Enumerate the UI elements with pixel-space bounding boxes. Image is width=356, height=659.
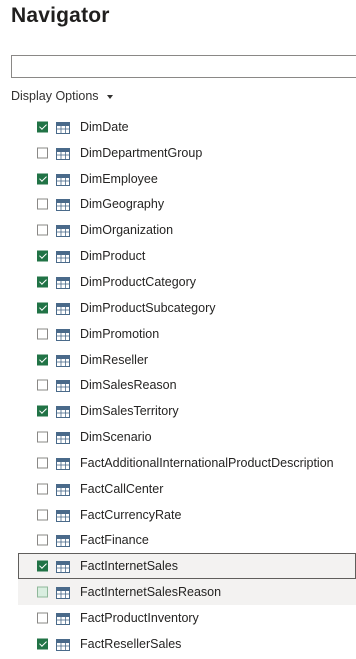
list-item-label: FactAdditionalInternationalProductDescri… — [80, 455, 334, 470]
checked-checkbox[interactable] — [37, 405, 48, 417]
checked-checkbox[interactable] — [37, 121, 48, 133]
table-icon — [56, 405, 70, 419]
list-item-label: FactFinance — [80, 533, 149, 548]
unchecked-checkbox[interactable] — [37, 224, 48, 236]
unchecked-checkbox[interactable] — [37, 198, 48, 210]
table-icon — [56, 328, 70, 341]
unchecked-checkbox[interactable] — [37, 147, 48, 159]
list-item-label: FactInternetSalesReason — [80, 585, 222, 600]
list-item[interactable]: DimPromotion — [0, 321, 356, 347]
list-item[interactable]: DimOrganization — [0, 217, 356, 243]
table-icon — [56, 509, 70, 522]
list-item-label: DimScenario — [80, 430, 152, 445]
unchecked-checkbox[interactable] — [37, 586, 48, 598]
table-icon — [56, 354, 70, 367]
list-item-label: FactInternetSales — [80, 559, 178, 574]
list-item[interactable]: DimProduct — [0, 243, 356, 269]
list-item-label: DimProduct — [80, 249, 146, 264]
table-icon — [56, 457, 70, 470]
unchecked-checkbox[interactable] — [37, 534, 48, 546]
list-item[interactable]: DimSalesTerritory — [0, 398, 356, 424]
table-icon — [56, 224, 70, 238]
table-icon — [56, 431, 70, 445]
table-icon — [56, 586, 70, 600]
list-item[interactable]: FactCallCenter — [0, 476, 356, 502]
checked-checkbox[interactable] — [37, 638, 48, 650]
table-icon — [56, 560, 70, 574]
list-item-label: DimReseller — [80, 352, 149, 367]
table-icon — [56, 173, 70, 186]
list-item-label: DimEmployee — [80, 171, 158, 186]
table-icon — [56, 121, 70, 134]
list-item[interactable]: DimDepartmentGroup — [0, 140, 356, 166]
list-item-label: FactCurrencyRate — [80, 507, 182, 522]
search-input[interactable] — [11, 55, 356, 78]
list-item-label: DimProductSubcategory — [80, 300, 216, 315]
list-item[interactable]: DimGeography — [0, 192, 356, 218]
checked-checkbox[interactable] — [37, 276, 48, 288]
table-icon — [56, 534, 70, 548]
list-item-label: DimSalesReason — [80, 378, 177, 393]
list-item[interactable]: DimDate — [0, 114, 356, 140]
checked-checkbox[interactable] — [37, 173, 48, 185]
list-item[interactable]: FactInternetSalesReason — [0, 579, 356, 605]
navigator-table-list: DimDate DimDepartmentGroup DimEmployee DimG… — [0, 114, 356, 657]
list-item[interactable]: DimScenario — [0, 424, 356, 450]
table-icon — [56, 147, 70, 160]
table-icon — [56, 379, 70, 393]
unchecked-checkbox[interactable] — [37, 328, 48, 340]
table-icon — [56, 250, 70, 264]
page-title: Navigator — [11, 4, 110, 27]
list-item[interactable]: FactAdditionalInternationalProductDescri… — [0, 450, 356, 476]
display-options-label: Display Options — [11, 89, 99, 103]
table-icon — [56, 638, 70, 651]
unchecked-checkbox[interactable] — [37, 509, 48, 521]
list-item-label: DimGeography — [80, 197, 165, 212]
table-icon — [56, 198, 70, 212]
unchecked-checkbox[interactable] — [37, 457, 48, 469]
display-options-dropdown[interactable]: Display Options — [11, 89, 113, 103]
list-item[interactable]: FactProductInventory — [0, 605, 356, 631]
list-item-label: FactResellerSales — [80, 636, 182, 651]
table-icon — [56, 302, 70, 315]
unchecked-checkbox[interactable] — [37, 379, 48, 391]
list-item[interactable]: DimSalesReason — [0, 372, 356, 398]
list-item-label: DimDepartmentGroup — [80, 145, 203, 160]
list-item[interactable]: FactInternetSales — [0, 553, 356, 580]
list-item[interactable]: DimProductCategory — [0, 269, 356, 295]
table-icon — [56, 483, 70, 496]
unchecked-checkbox[interactable] — [37, 431, 48, 443]
list-item-label: DimOrganization — [80, 223, 174, 238]
list-item-label: DimSalesTerritory — [80, 404, 179, 419]
list-item[interactable]: DimReseller — [0, 347, 356, 373]
list-item-label: DimDate — [80, 119, 129, 134]
table-icon — [56, 612, 70, 625]
checked-checkbox[interactable] — [37, 354, 48, 366]
list-item[interactable]: DimProductSubcategory — [0, 295, 356, 321]
list-item-label: DimPromotion — [80, 326, 160, 341]
list-item[interactable]: FactResellerSales — [0, 631, 356, 657]
list-item-label: DimProductCategory — [80, 274, 197, 289]
list-item-label: FactCallCenter — [80, 481, 164, 496]
list-item[interactable]: FactCurrencyRate — [0, 502, 356, 528]
checked-checkbox[interactable] — [37, 250, 48, 262]
list-item[interactable]: FactFinance — [0, 528, 356, 554]
unchecked-checkbox[interactable] — [37, 612, 48, 624]
unchecked-checkbox[interactable] — [37, 483, 48, 495]
table-icon — [56, 276, 70, 289]
checked-checkbox[interactable] — [37, 302, 48, 314]
checked-checkbox[interactable] — [37, 560, 48, 572]
chevron-down-icon — [106, 94, 113, 99]
list-item-label: FactProductInventory — [80, 610, 199, 625]
list-item[interactable]: DimEmployee — [0, 166, 356, 192]
